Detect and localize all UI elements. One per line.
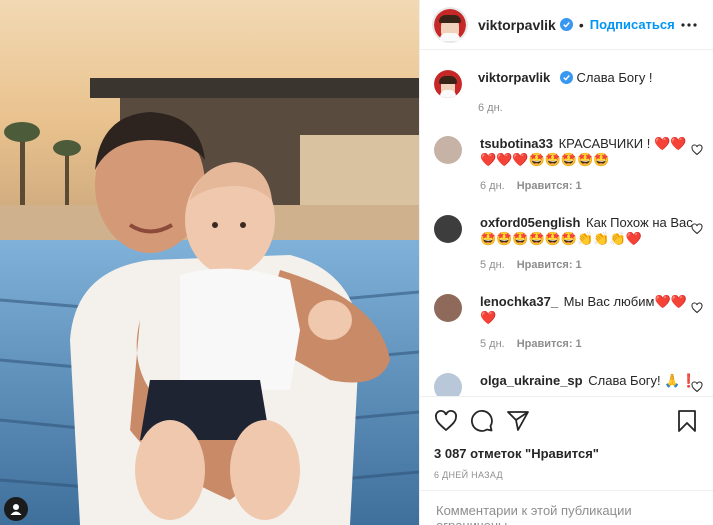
user-tag-icon[interactable] xyxy=(4,497,28,521)
comment-likes[interactable]: Нравится: 1 xyxy=(517,180,582,192)
post-panel: viktorpavlik • Подписаться viktorpavlik … xyxy=(419,0,713,525)
comment-heart-icon[interactable] xyxy=(691,381,703,393)
author-username[interactable]: viktorpavlik xyxy=(478,17,556,33)
comment-text: Слава Богу! 🙏❗ xyxy=(588,373,697,388)
comment-item: oxford05english Как Похож на Вас 🤩🤩🤩🤩🤩🤩👏… xyxy=(434,215,703,273)
verified-icon xyxy=(559,71,573,84)
verified-icon xyxy=(559,18,573,31)
comment-text-line2: 🤩🤩🤩🤩🤩🤩👏👏👏❤️ xyxy=(480,231,642,246)
share-icon[interactable] xyxy=(506,409,530,433)
comment-text: КРАСАВЧИКИ ! ❤️❤️ xyxy=(558,136,687,151)
comment-avatar[interactable] xyxy=(434,373,462,396)
post-header: viktorpavlik • Подписаться xyxy=(420,0,713,50)
comment-heart-icon[interactable] xyxy=(691,302,703,314)
bookmark-icon[interactable] xyxy=(675,409,699,433)
comment-item: olga_ukraine_sp Слава Богу! 🙏❗ xyxy=(434,373,703,396)
comment-heart-icon[interactable] xyxy=(691,144,703,156)
caption-time[interactable]: 6 дн. xyxy=(478,102,503,114)
author-avatar[interactable] xyxy=(432,6,468,43)
caption-avatar[interactable] xyxy=(434,70,462,98)
comment-heart-icon[interactable] xyxy=(691,223,703,235)
post-photo[interactable] xyxy=(0,0,419,525)
comment-avatar[interactable] xyxy=(434,215,462,243)
post-date[interactable]: 6 ДНЕЙ НАЗАД xyxy=(434,470,503,480)
comment-username[interactable]: olga_ukraine_sp xyxy=(480,373,583,388)
comment-username[interactable]: tsubotina33 xyxy=(480,136,553,151)
comment-icon[interactable] xyxy=(470,409,494,433)
separator-dot: • xyxy=(578,16,584,33)
comment-time[interactable]: 6 дн. xyxy=(480,180,505,192)
action-bar xyxy=(420,396,713,446)
comment-item: tsubotina33 КРАСАВЧИКИ ! ❤️❤️ ❤️❤️❤️🤩🤩🤩🤩… xyxy=(434,136,703,194)
comment-time[interactable]: 5 дн. xyxy=(480,338,505,350)
comment-time[interactable]: 5 дн. xyxy=(480,259,505,271)
comment-username[interactable]: oxford05english xyxy=(480,215,580,230)
photo-image xyxy=(0,0,419,525)
comment-likes[interactable]: Нравится: 1 xyxy=(517,338,582,350)
comment-text-line2: ❤️❤️❤️🤩🤩🤩🤩🤩 xyxy=(480,152,610,167)
comment-text-line2: ❤️ xyxy=(480,310,497,325)
comment-likes[interactable]: Нравится: 1 xyxy=(517,259,582,271)
comments-restricted-notice: Комментарии к этой публикации ограничены… xyxy=(420,490,713,525)
comment-text: Мы Вас любим❤️❤️ xyxy=(563,294,687,309)
heart-icon[interactable] xyxy=(434,409,458,433)
likes-count[interactable]: 3 087 отметок "Нравится" xyxy=(434,446,599,461)
comment-item: lenochka37_ Мы Вас любим❤️❤️ ❤️ 5 дн. Нра… xyxy=(434,294,703,352)
comment-avatar[interactable] xyxy=(434,136,462,164)
follow-button[interactable]: Подписаться xyxy=(590,17,675,32)
comment-text: Как Похож на Вас xyxy=(586,215,693,230)
comment-username[interactable]: lenochka37_ xyxy=(480,294,558,309)
caption: viktorpavlik Слава Богу ! 6 дн. xyxy=(434,70,703,116)
more-icon[interactable] xyxy=(679,15,699,35)
comment-avatar[interactable] xyxy=(434,294,462,322)
caption-text: Слава Богу ! xyxy=(576,70,653,85)
comments-list[interactable]: viktorpavlik Слава Богу ! 6 дн. tsubotin… xyxy=(420,50,713,396)
caption-username[interactable]: viktorpavlik xyxy=(478,70,550,85)
